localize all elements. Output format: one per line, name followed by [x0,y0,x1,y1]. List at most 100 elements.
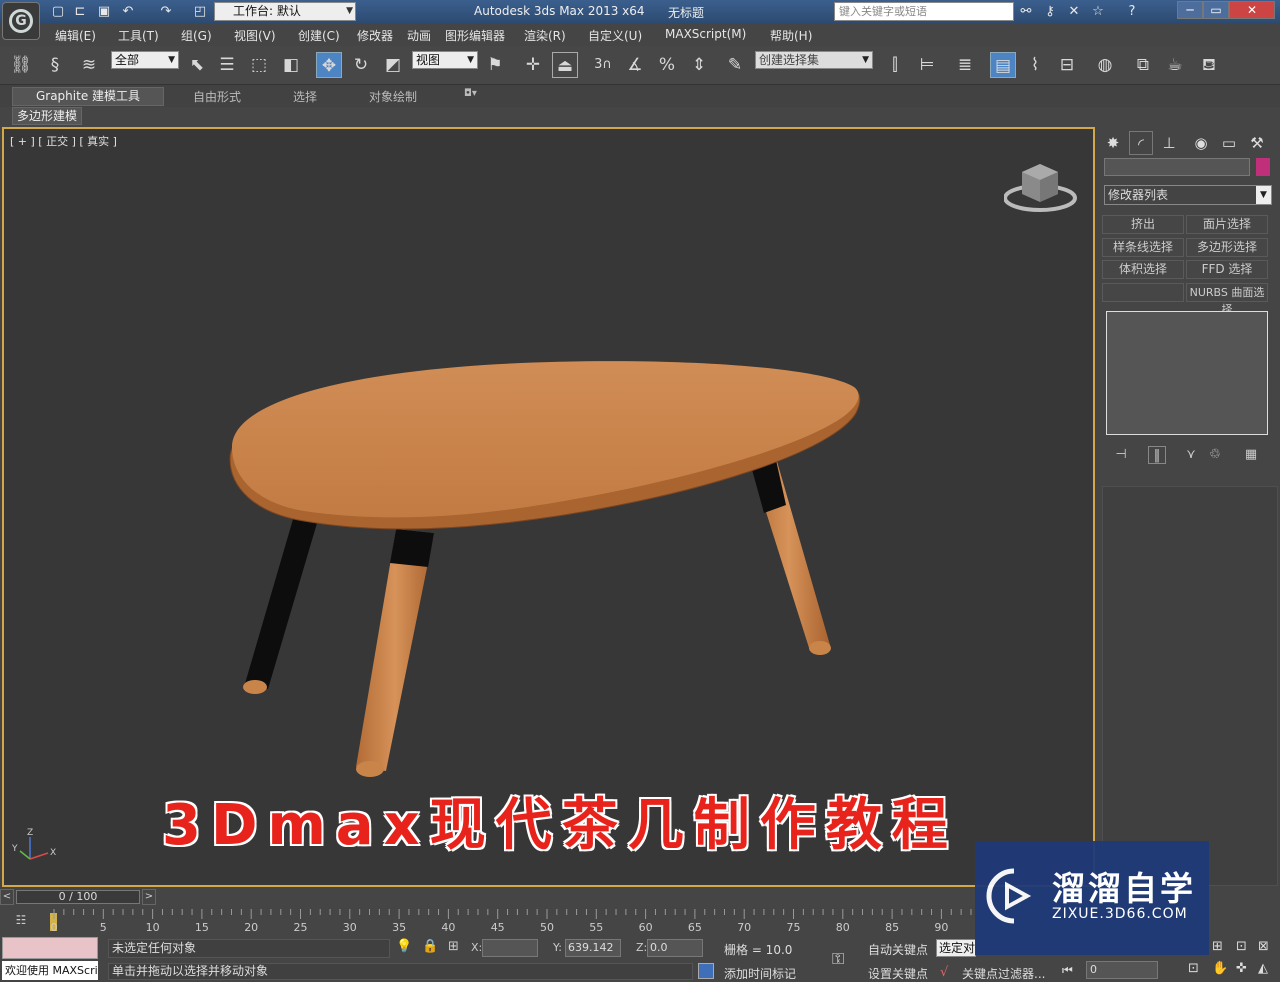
bind-space-warp-icon[interactable]: ≋ [76,52,102,78]
snaps-toggle-icon[interactable]: 3∩ [590,52,616,78]
key-filters-button[interactable]: 关键点过滤器... [962,965,1045,982]
configure-modifier-sets-icon[interactable]: ▦ [1242,446,1260,464]
track-bar[interactable]: ☷ 0 5 10 15 20 25 30 35 40 45 50 55 60 65 70 75 80 85 90 [0,907,975,935]
extrude-button[interactable]: 挤出 [1102,215,1184,234]
layer-manager-icon[interactable]: ≣ [952,52,978,78]
maximize-button[interactable]: ▭ [1203,1,1229,19]
menu-animation[interactable]: 动画 [407,27,431,44]
menu-modifiers[interactable]: 修改器 [357,27,393,44]
patch-select-button[interactable]: 面片选择 [1186,215,1268,234]
time-slider-thumb[interactable]: 0 / 100 [16,890,140,904]
graphite-toggle-icon[interactable]: ▤ [990,52,1016,78]
pin-stack-icon[interactable]: ⊣ [1112,446,1130,464]
maxscript-mini-listener[interactable]: 欢迎使用 MAXScri [2,961,98,980]
menu-views[interactable]: 视图(V) [234,27,276,44]
unlink-icon[interactable]: § [42,52,68,78]
render-setup-icon[interactable]: ⧉ [1130,52,1156,78]
app-menu-button[interactable]: G [2,2,40,40]
workspace-dropdown[interactable]: 工作台: 默认 ▼ [214,2,356,21]
menu-create[interactable]: 创建(C) [298,27,340,44]
key-selection-dropdown[interactable]: 选定对象 [936,939,976,957]
absolute-mode-icon[interactable]: ⊞ [448,939,459,954]
save-icon[interactable]: ▣ [96,4,112,20]
rectangle-selection-icon[interactable]: ⬚ [246,52,272,78]
tab-selection[interactable]: 选择 [293,88,317,105]
object-name-field[interactable] [1104,158,1250,176]
modify-panel-icon[interactable]: ◜ [1129,131,1153,155]
selection-filter-dropdown[interactable]: 全部 ▼ [111,51,179,69]
named-selection-sets-dropdown[interactable]: 创建选择集 ▼ [755,51,873,69]
spline-select-button[interactable]: 样条线选择 [1102,238,1184,257]
utilities-panel-icon[interactable]: ⚒ [1245,131,1269,155]
select-object-icon[interactable]: ⬉ [184,52,210,78]
subscription-icon[interactable]: ⚷ [1042,4,1058,20]
auto-key-button[interactable]: 自动关键点 [868,941,928,958]
orbit-icon[interactable]: ⊡ [1188,961,1199,976]
time-slider[interactable]: < 0 / 100 > [0,889,975,907]
render-production-icon[interactable]: ⛾ [1196,52,1222,78]
redo-icon[interactable]: ↷ [158,4,174,20]
show-end-result-icon[interactable]: ‖ [1148,446,1166,464]
project-folder-icon[interactable]: ◰ [192,4,208,20]
manipulate-icon[interactable]: ✛ [520,52,546,78]
x-coordinate-field[interactable] [482,939,538,957]
add-time-tag[interactable]: 添加时间标记 [724,965,796,982]
field-of-view-icon[interactable]: ◭ [1258,961,1268,976]
pan-view-icon[interactable]: ✋ [1212,961,1228,976]
mirror-icon[interactable]: ⫿ [882,52,908,78]
object-color-swatch[interactable] [1256,158,1270,176]
set-key-button[interactable]: 设置关键点 [868,965,928,982]
motion-panel-icon[interactable]: ◉ [1189,131,1213,155]
edit-named-selection-icon[interactable]: ✎ [722,52,748,78]
menu-rendering[interactable]: 渲染(R) [524,27,566,44]
tab-graphite-modeling[interactable]: Graphite 建模工具 [12,87,164,106]
maximize-viewport-icon[interactable]: ⊠ [1258,939,1269,954]
curve-editor-icon[interactable]: ⌇ [1022,52,1048,78]
create-panel-icon[interactable]: ✸ [1101,131,1125,155]
empty-modifier-button[interactable] [1102,283,1184,302]
menu-graph-editors[interactable]: 图形编辑器 [445,27,505,44]
polygon-modeling-panel[interactable]: 多边形建模 [12,107,83,125]
viewcube-icon[interactable] [1004,158,1078,216]
menu-help[interactable]: 帮助(H) [770,27,812,44]
window-crossing-icon[interactable]: ◧ [278,52,304,78]
remove-modifier-icon[interactable]: ♲ [1206,446,1224,464]
tab-object-paint[interactable]: 对象绘制 [369,88,417,105]
undo-icon[interactable]: ↶ [120,4,136,20]
modifier-list-dropdown[interactable]: 修改器列表 ▼ [1104,185,1272,205]
z-coordinate-field[interactable]: 0.0 [647,939,703,957]
poly-select-button[interactable]: 多边形选择 [1186,238,1268,257]
menu-customize[interactable]: 自定义(U) [588,27,642,44]
close-button[interactable]: ✕ [1229,1,1275,19]
ribbon-options-icon[interactable]: ◘▾ [464,88,477,99]
favorites-star-icon[interactable]: ☆ [1090,4,1106,20]
make-unique-icon[interactable]: ⋎ [1182,446,1200,464]
selection-lock-icon[interactable]: 🔒 [422,939,438,954]
zoom-extents-icon[interactable]: ⊞ [1212,939,1223,954]
zoom-extents-all-icon[interactable]: ⊡ [1236,939,1247,954]
ffd-select-button[interactable]: FFD 选择 [1186,260,1268,279]
binoculars-icon[interactable]: ⚯ [1018,4,1034,20]
current-frame-field[interactable]: 0 [1086,961,1158,979]
material-editor-icon[interactable]: ◍ [1092,52,1118,78]
maxscript-listener[interactable] [2,937,98,959]
nurbs-surface-select-button[interactable]: NURBS 曲面选择 [1186,283,1268,316]
angle-snap-icon[interactable]: ∡ [622,52,648,78]
rendered-frame-window-icon[interactable]: ☕ [1162,52,1188,78]
schematic-view-icon[interactable]: ⊟ [1054,52,1080,78]
select-and-move-icon[interactable]: ✥ [316,52,342,78]
spinner-snap-icon[interactable]: ⇕ [686,52,712,78]
key-filter-icon[interactable]: √ [940,965,948,980]
select-by-name-icon[interactable]: ☰ [214,52,240,78]
menu-maxscript[interactable]: MAXScript(M) [665,27,746,41]
perspective-viewport[interactable]: [ + ] [ 正交 ] [ 真实 ] Z X Y 3Dmax现代茶几制作教程 [2,127,1095,887]
pivot-center-icon[interactable]: ⚑ [482,52,508,78]
tab-freeform[interactable]: 自由形式 [193,88,241,105]
arc-rotate-icon[interactable]: ✜ [1236,961,1247,976]
open-file-icon[interactable]: ⊏ [72,4,88,20]
menu-group[interactable]: 组(G) [181,27,212,44]
add-time-tag-icon[interactable] [698,963,714,979]
select-and-scale-icon[interactable]: ◩ [380,52,406,78]
time-slider-prev-button[interactable]: < [0,889,14,905]
menu-edit[interactable]: 编辑(E) [55,27,96,44]
